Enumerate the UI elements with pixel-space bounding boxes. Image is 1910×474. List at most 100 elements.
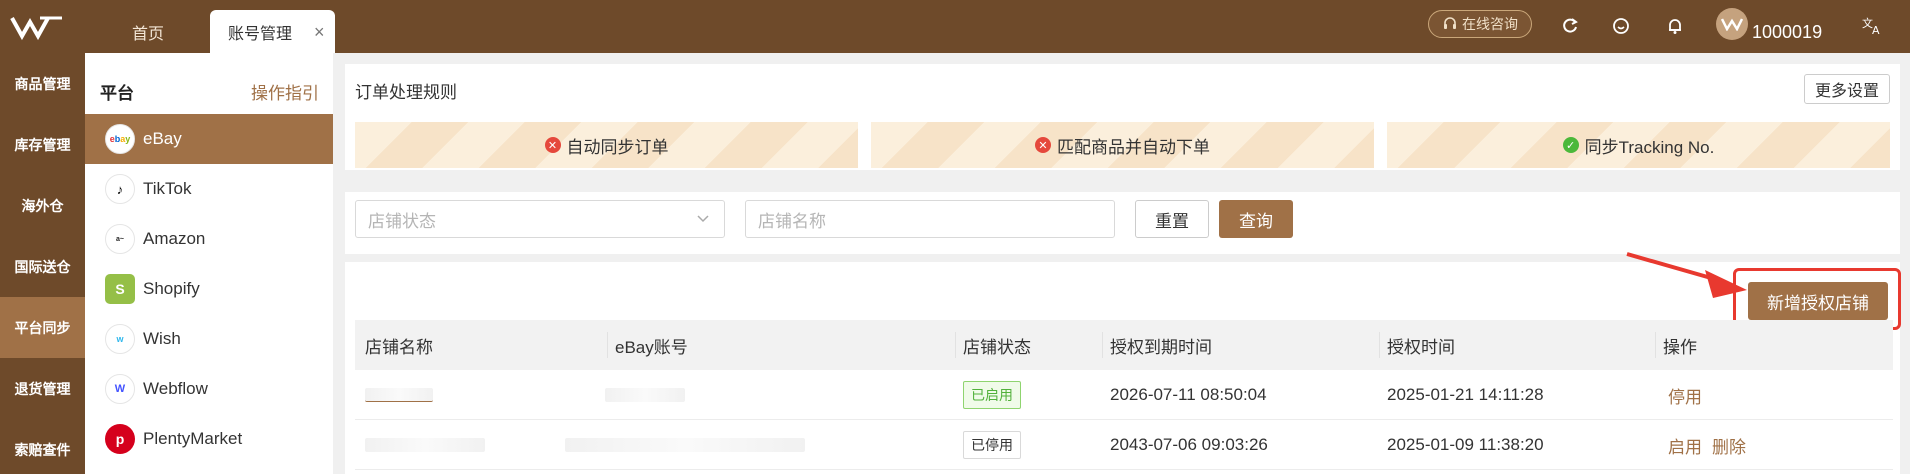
tab-home-label: 首页 <box>131 25 164 43</box>
store-table-card: 新增授权店铺 店铺名称 eBay账号 店铺状态 授权到期时间 授权时间 操作 已… <box>345 252 1901 474</box>
add-authorized-store-label: 新增授权店铺 <box>1767 293 1869 313</box>
status-cell: 已停用 <box>963 420 1021 470</box>
headset-icon <box>1444 17 1456 29</box>
platform-item-amazon[interactable]: a~ Amazon <box>85 214 333 264</box>
platform-panel: 平台 操作指引 ebay eBay ♪ TikTok a~ Amazon S S… <box>85 53 333 474</box>
platform-item-label: Webflow <box>143 379 208 398</box>
redacted-account <box>605 388 685 402</box>
platform-item-ebay[interactable]: ebay eBay <box>85 114 333 164</box>
status-badge: 已启用 <box>963 381 1021 409</box>
online-consult-button[interactable]: 在线咨询 <box>1428 10 1532 38</box>
disable-link[interactable]: 停用 <box>1668 383 1702 408</box>
avatar[interactable] <box>1716 8 1748 40</box>
actions-cell: 停用 <box>1668 370 1702 420</box>
bell-icon[interactable] <box>1662 13 1688 39</box>
order-rules-card: 订单处理规则 更多设置 ✕ 自动同步订单 ✕ 匹配商品并自动下单 ✓ 同步Tra… <box>345 64 1900 170</box>
user-logo-icon <box>1721 18 1743 31</box>
reset-button[interactable]: 重置 <box>1135 200 1209 238</box>
add-authorized-store-button[interactable]: 新增授权店铺 <box>1748 282 1888 320</box>
platform-item-label: eBay <box>143 129 182 148</box>
platform-item-label: Shopify <box>143 279 200 298</box>
store-status-placeholder: 店铺状态 <box>368 211 436 231</box>
svg-text:A: A <box>1872 24 1880 36</box>
store-name-placeholder: 店铺名称 <box>758 211 826 231</box>
column-header: 店铺名称 <box>365 337 433 357</box>
refresh-icon[interactable] <box>1557 13 1583 39</box>
store-status-select[interactable]: 店铺状态 <box>355 200 725 238</box>
platform-item-plentymarket[interactable]: p PlentyMarket <box>85 414 333 464</box>
left-nav: 商品管理 库存管理 海外仓 国际送仓 平台同步 退货管理 索赔查件 <box>0 53 85 474</box>
nav-item-international-shipping[interactable]: 国际送仓 <box>0 236 85 297</box>
rule-label: 自动同步订单 <box>566 137 669 157</box>
ebay-account-cell <box>565 420 805 470</box>
store-name-input[interactable]: 店铺名称 <box>745 200 1115 238</box>
platform-item-shopify[interactable]: S Shopify <box>85 264 333 314</box>
rule-label: 同步Tracking No. <box>1584 137 1715 157</box>
table-row: 已停用 2043-07-06 09:03:26 2025-01-09 11:38… <box>355 420 1893 470</box>
ebay-account-cell <box>605 370 685 420</box>
redacted-store-name <box>365 388 433 402</box>
query-button[interactable]: 查询 <box>1219 200 1293 238</box>
platform-item-label: Wish <box>143 329 181 348</box>
expire-time-cell: 2026-07-11 08:50:04 <box>1110 385 1267 404</box>
nav-item-label: 库存管理 <box>14 136 71 153</box>
platform-item-webflow[interactable]: W Webflow <box>85 364 333 414</box>
platform-item-wish[interactable]: w Wish <box>85 314 333 364</box>
column-header: 授权时间 <box>1387 337 1455 357</box>
reset-label: 重置 <box>1155 211 1189 231</box>
rule-sync-tracking: ✓ 同步Tracking No. <box>1387 122 1890 168</box>
platform-item-tiktok[interactable]: ♪ TikTok <box>85 164 333 214</box>
nav-item-label: 退货管理 <box>14 380 71 397</box>
auth-time-cell: 2025-01-21 14:11:28 <box>1387 385 1544 404</box>
column-divider <box>607 332 608 358</box>
user-id: 1000019 <box>1752 22 1823 42</box>
nav-item-product-management[interactable]: 商品管理 <box>0 53 85 114</box>
wish-icon: w <box>105 324 135 354</box>
tab-home[interactable]: 首页 <box>108 10 188 53</box>
nav-item-inventory-management[interactable]: 库存管理 <box>0 114 85 175</box>
rule-auto-sync-orders: ✕ 自动同步订单 <box>355 122 858 168</box>
tiktok-icon: ♪ <box>105 174 135 204</box>
query-label: 查询 <box>1239 211 1273 231</box>
delete-link[interactable]: 删除 <box>1712 433 1746 458</box>
column-divider <box>1655 332 1656 358</box>
error-status-icon: ✕ <box>544 137 561 153</box>
actions-cell: 启用 删除 <box>1668 420 1746 470</box>
nav-item-label: 商品管理 <box>14 75 71 92</box>
nav-item-returns-management[interactable]: 退货管理 <box>0 358 85 419</box>
expire-time-cell: 2043-07-06 09:03:26 <box>1110 435 1268 454</box>
support-icon[interactable] <box>1608 13 1634 39</box>
nav-item-label: 海外仓 <box>21 197 64 214</box>
rule-label: 匹配商品并自动下单 <box>1057 137 1210 157</box>
column-header: eBay账号 <box>615 337 688 357</box>
nav-item-platform-sync[interactable]: 平台同步 <box>0 297 85 358</box>
enable-link[interactable]: 启用 <box>1668 433 1702 458</box>
status-badge: 已停用 <box>963 431 1021 459</box>
close-icon[interactable]: × <box>314 23 325 41</box>
amazon-icon: a~ <box>105 224 135 254</box>
operation-guide-link[interactable]: 操作指引 <box>251 79 319 104</box>
platform-item-label: Amazon <box>143 229 206 248</box>
online-consult-label: 在线咨询 <box>1462 16 1518 32</box>
store-name-cell[interactable] <box>365 370 433 420</box>
more-settings-label: 更多设置 <box>1814 83 1879 100</box>
column-divider <box>1379 332 1380 358</box>
nav-item-label: 国际送仓 <box>14 258 71 275</box>
status-cell: 已启用 <box>963 370 1021 420</box>
platform-item-label: PlentyMarket <box>143 429 243 448</box>
order-rules-title: 订单处理规则 <box>355 83 457 102</box>
shopify-icon: S <box>105 274 135 304</box>
tab-account-management[interactable]: 账号管理 × <box>210 10 335 53</box>
brand-logo-icon[interactable] <box>10 12 65 42</box>
nav-item-claims-tracking[interactable]: 索赔查件 <box>0 419 85 474</box>
top-bar: 首页 账号管理 × 在线咨询 1000019 文A <box>0 0 1910 53</box>
chevron-down-icon <box>697 215 709 223</box>
nav-item-overseas-warehouse[interactable]: 海外仓 <box>0 175 85 236</box>
table-row: 已启用 2026-07-11 08:50:04 2025-01-21 14:11… <box>355 370 1893 420</box>
redacted-store-name <box>365 438 485 452</box>
nav-item-label: 平台同步 <box>14 319 71 336</box>
more-settings-button[interactable]: 更多设置 <box>1804 74 1890 104</box>
language-icon[interactable]: 文A <box>1860 13 1886 39</box>
store-name-cell[interactable] <box>365 420 485 470</box>
table-header: 店铺名称 eBay账号 店铺状态 授权到期时间 授权时间 操作 <box>355 320 1893 370</box>
